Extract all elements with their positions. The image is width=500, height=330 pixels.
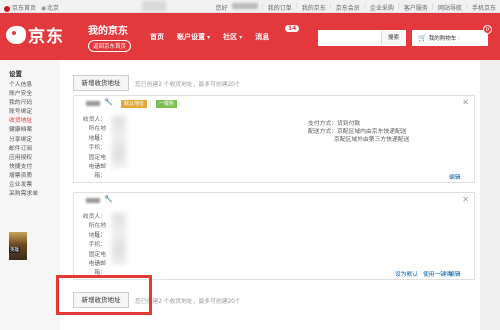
jd-dog-logo-icon (6, 25, 26, 44)
default-address-tag: 默认地址 (121, 100, 148, 108)
topbar-link-myjd[interactable]: 我的京东 (302, 3, 326, 12)
card1-delivery-info: 支付方式：货到付款 配送方式：京配区域内由京东快递配送 京配区域外由第三方快递配… (308, 121, 410, 143)
address-card-default: 🔧 默认地址 一键购 ✕ 收货人： 所在地区： 地址： 手机： 固定电话： 电子… (73, 95, 475, 183)
address-card-second: 🔧 ✕ 收货人： 所在地区： 地址： 手机： 固定电话： 电子邮箱： 设为默认 … (73, 192, 475, 280)
search-button[interactable]: 搜索 (381, 31, 405, 45)
home-link[interactable]: 京东首页 (4, 3, 36, 12)
page-scrollbar-track[interactable] (480, 60, 500, 330)
cart-count-badge: 0 (483, 25, 492, 34)
top-utility-bar: 京东首页 ◉北京 您好 | 我的订单 | 我的京东 | 京东会员 | 企业采购 … (0, 0, 500, 13)
game-ad-caption: 英雄 (9, 247, 20, 253)
sidebar-item-share[interactable]: 分享绑定 (9, 136, 60, 145)
topbar-link-member[interactable]: 京东会员 (336, 3, 360, 12)
add-address-button-top[interactable]: 新增收货地址 (73, 75, 129, 91)
sidebar-item-auth[interactable]: 应用授权 (9, 154, 60, 163)
location-selector[interactable]: ◉北京 (41, 3, 59, 12)
game-ad-image[interactable] (9, 232, 27, 260)
nav-messages[interactable]: 消息 (255, 32, 269, 42)
back-home-button[interactable]: 返回京东首页 (88, 40, 132, 52)
card1-field-labels: 收货人： 所在地区： 地址： 手机： 固定电话： 电子邮箱： (82, 117, 106, 179)
sidebar-item-binding[interactable]: 账号绑定 (9, 108, 60, 117)
cart-button[interactable]: 🛒 我的购物车 › 0 (412, 25, 492, 46)
my-jd-block: 我的京东 返回京东首页 (88, 22, 132, 52)
my-jd-title: 我的京东 (88, 26, 128, 37)
sidebar-item-invoice[interactable]: 企业发票 (9, 181, 60, 190)
delete-address-icon[interactable]: ✕ (462, 98, 469, 107)
sidebar-item-health[interactable]: 健康档案 (9, 126, 60, 135)
nav-community[interactable]: 社区 (223, 32, 242, 42)
sidebar-item-address[interactable]: 收货地址 (9, 117, 60, 126)
sidebar-item-vat[interactable]: 增票资质 (9, 172, 60, 181)
topbar-link-enterprise[interactable]: 企业采购 (370, 3, 394, 12)
edit-address-link[interactable]: 编辑 (449, 269, 461, 278)
recipient-name-blurred (86, 198, 100, 203)
set-default-link[interactable]: 设为默认 (395, 269, 418, 278)
brand-name: 京东 (28, 27, 64, 47)
jd-logo[interactable]: 京东 (6, 22, 64, 47)
sidebar-item-procurement[interactable]: 采购需求单 (9, 190, 60, 199)
sidebar-item-quickpay[interactable]: 快捷支付 (9, 163, 60, 172)
jd-home-icon (4, 5, 10, 12)
delete-address-icon[interactable]: ✕ (462, 195, 469, 204)
welcome-text: 您好 (215, 5, 228, 12)
sidebar-item-security[interactable]: 账户安全 (9, 90, 60, 99)
main-header: 京东 我的京东 返回京东首页 首页 账户设置 社区 消息 14 搜索 🛒我的购物… (0, 13, 500, 60)
sidebar-item-size[interactable]: 我的尺码 (9, 99, 60, 108)
annotation-highlight-box (56, 275, 152, 315)
edit-name-icon[interactable]: 🔧 (104, 195, 113, 203)
topbar-link-mobile[interactable]: 手机京东 (472, 3, 496, 12)
recipient-name-blurred (86, 101, 100, 106)
topbar-left: 京东首页 ◉北京 (4, 3, 59, 12)
nav-account-settings[interactable]: 账户设置 (177, 32, 210, 42)
main-nav: 首页 账户设置 社区 消息 (150, 32, 269, 42)
address-count-hint-top: 您已创建2 个收货地址，最多可创建20个 (135, 82, 241, 88)
cart-icon: 🛒 (418, 34, 427, 42)
settings-sidebar: 设置 个人信息 账户安全 我的尺码 账号绑定 收货地址 健康档案 分享绑定 邮件… (0, 60, 60, 330)
topbar-right: 您好 | 我的订单 | 我的京东 | 京东会员 | 企业采购 | 客户服务 | … (215, 3, 496, 12)
edit-name-icon[interactable]: 🔧 (104, 98, 113, 106)
topbar-link-service[interactable]: 客户服务 (404, 3, 428, 12)
topbar-link-sitenav[interactable]: 网站导航 (438, 3, 462, 12)
card2-values-blurred (112, 213, 126, 265)
message-count-badge: 14 (285, 25, 300, 32)
user-avatar-blurred (142, 1, 166, 11)
sidebar-item-profile[interactable]: 个人信息 (9, 81, 60, 90)
sidebar-heading: 设置 (9, 70, 22, 78)
sidebar-item-email[interactable]: 邮件订阅 (9, 145, 60, 154)
oneclick-tag: 一键购 (156, 100, 178, 108)
username-blurred[interactable] (231, 3, 258, 9)
location-pin-icon: ◉ (41, 5, 47, 12)
use-oneclick-link[interactable]: 使用一键购 (423, 269, 452, 278)
search-box[interactable]: 搜索 (318, 30, 406, 46)
edit-address-link[interactable]: 编辑 (449, 172, 461, 181)
card2-field-labels: 收货人： 所在地区： 地址： 手机： 固定电话： 电子邮箱： (82, 214, 106, 276)
card1-values-blurred (112, 116, 126, 168)
cart-label: 我的购物车 (428, 36, 457, 42)
topbar-link-orders[interactable]: 我的订单 (268, 3, 292, 12)
nav-home[interactable]: 首页 (150, 32, 164, 42)
